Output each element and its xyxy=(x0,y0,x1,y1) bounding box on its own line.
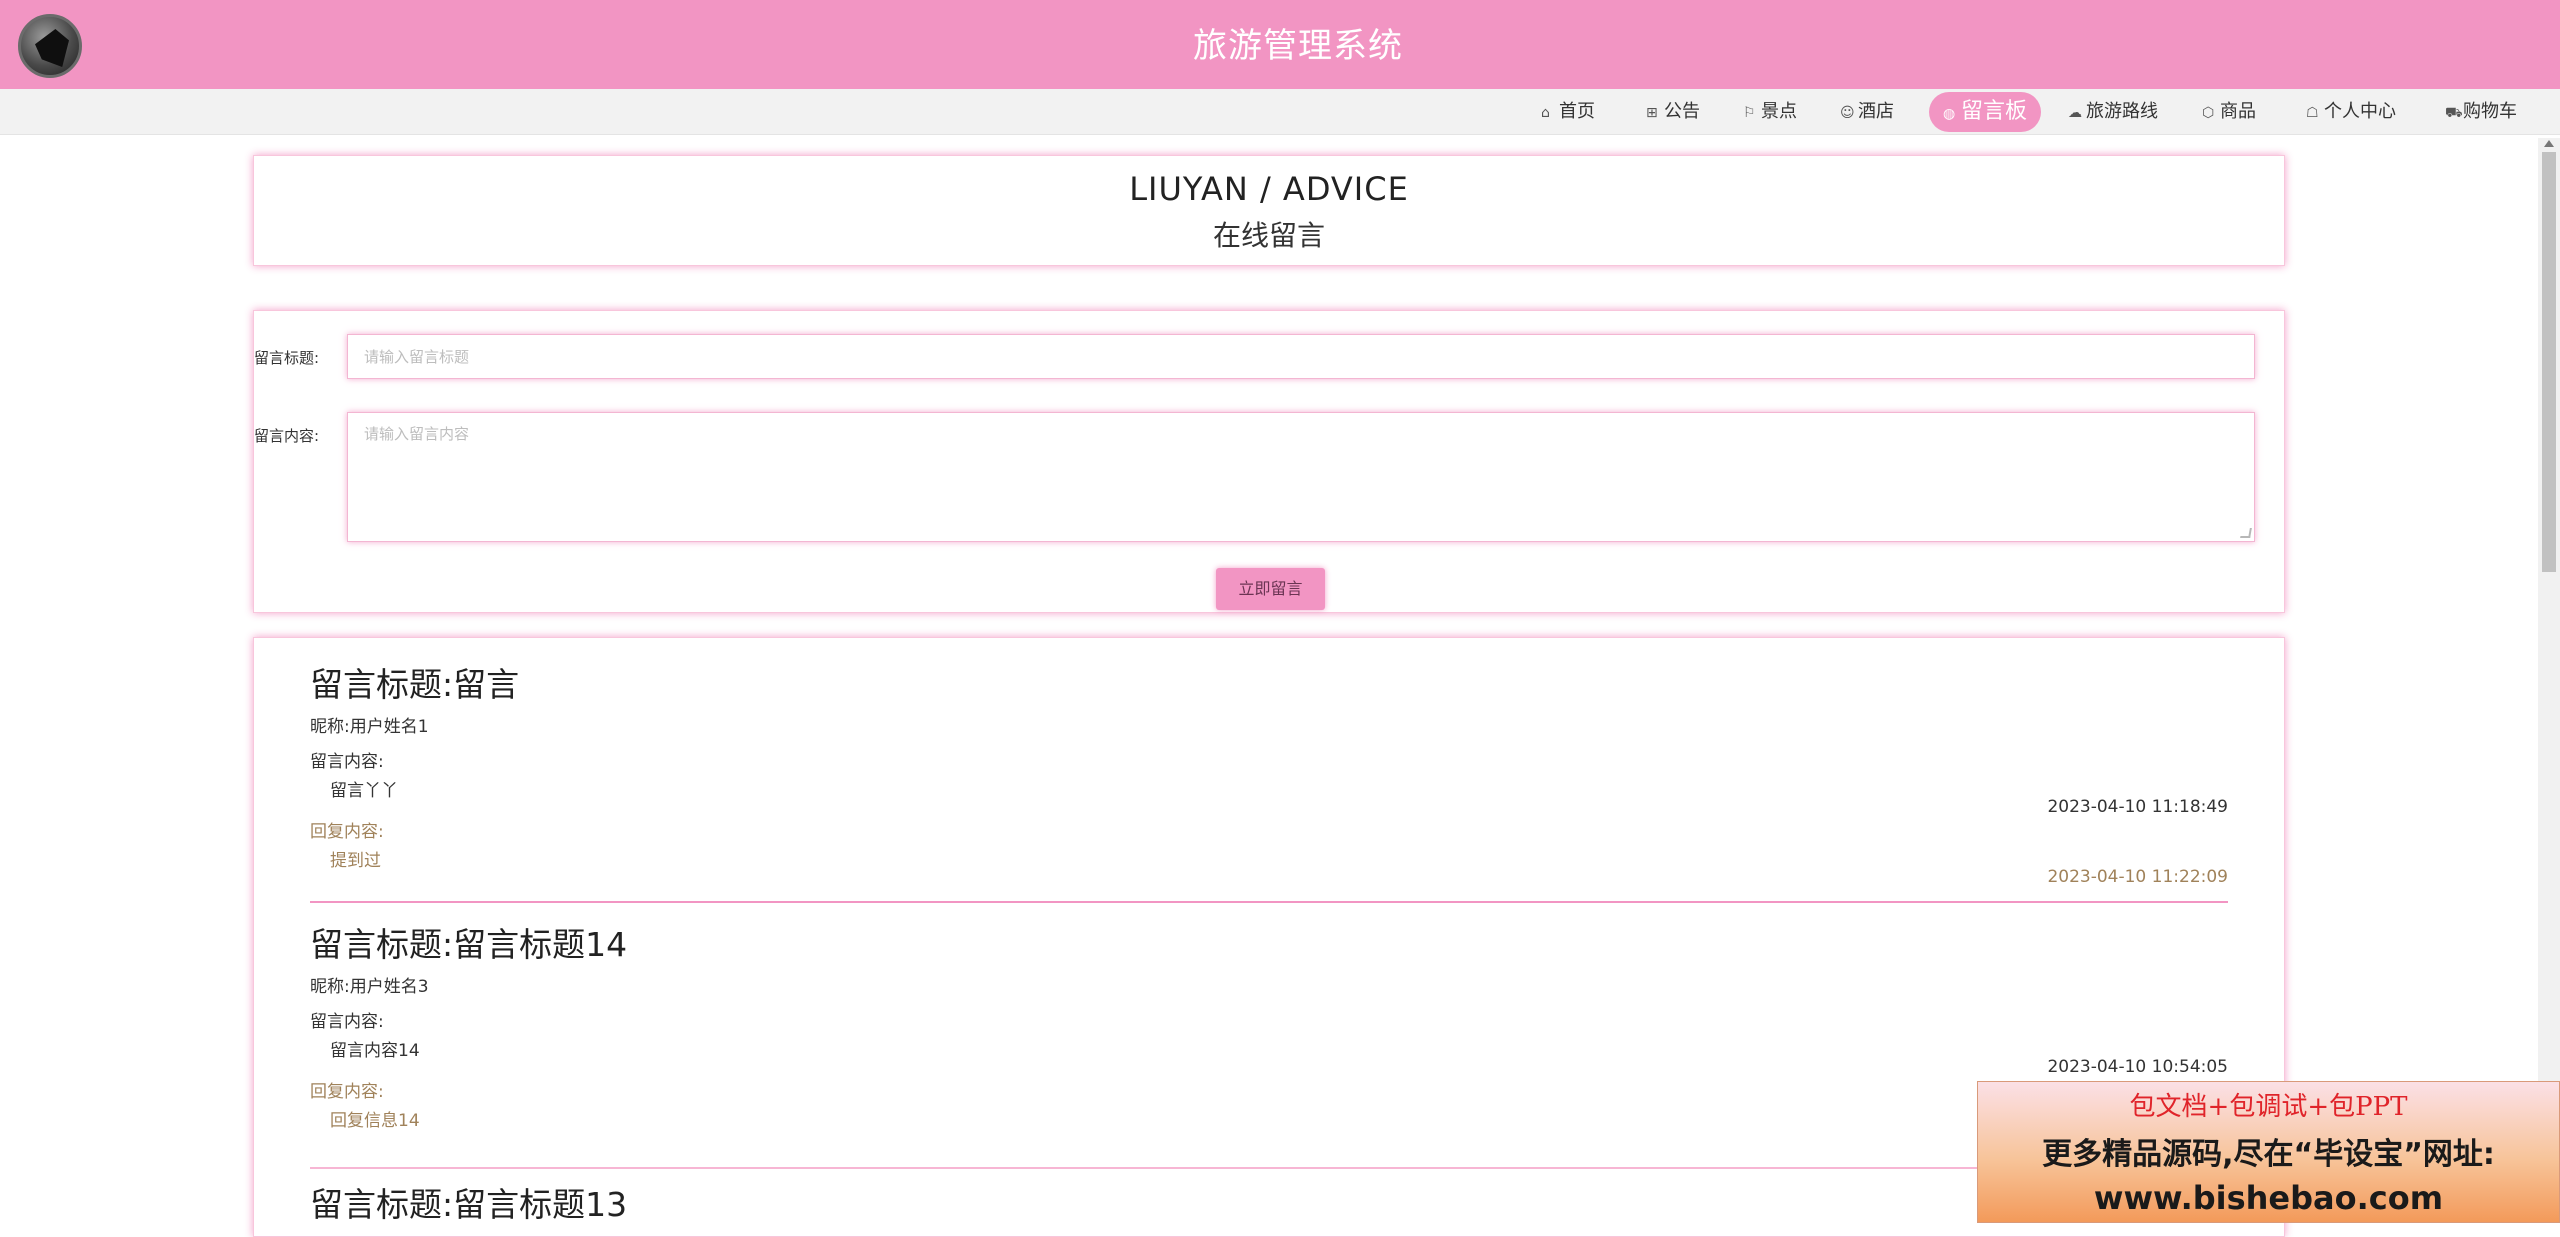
submit-message-button[interactable]: 立即留言 xyxy=(1216,568,1325,610)
content-label: 留言内容: xyxy=(254,427,320,445)
message-title: 留言标题:留言标题13 xyxy=(310,1185,628,1224)
top-header-bar: 旅游管理系统 xyxy=(0,0,2560,89)
reply-label: 回复内容: xyxy=(310,1082,384,1102)
nav-item-goods[interactable]: ⬡ 商品 xyxy=(2202,95,2256,129)
resize-handle-icon[interactable] xyxy=(2240,528,2252,538)
nav-item-home[interactable]: ⌂ 首页 xyxy=(1541,95,1595,129)
content-textarea[interactable]: 请输入留言内容 xyxy=(347,412,2255,542)
message-time: 2023-04-10 10:54:05 xyxy=(2047,1057,2228,1077)
user-icon: ☖ xyxy=(2306,105,2319,121)
message-content-label: 留言内容: xyxy=(310,752,384,772)
message-divider xyxy=(310,901,2228,903)
message-content-label: 留言内容: xyxy=(310,1012,384,1032)
message-title: 留言标题:留言 xyxy=(310,665,520,704)
nav-item-cart[interactable]: ⛟购物车 xyxy=(2445,95,2517,129)
hotel-icon: ☺ xyxy=(1840,105,1855,121)
main-nav: ⌂ 首页 ⊞ 公告 ⚐ 景点 ☺ 酒店 ◍ 留言板 ☁ 旅游路线 ⬡ 商品 ☖ 个人中心 ⛟购物… xyxy=(0,89,2560,135)
ad-banner[interactable]: 包文档+包调试+包PPT 更多精品源码,尽在“毕设宝”网址: www.bishe… xyxy=(1977,1081,2560,1223)
scroll-up-arrow-icon[interactable] xyxy=(2544,140,2554,147)
nav-item-travel-route[interactable]: ☁ 旅游路线 xyxy=(2068,95,2158,129)
reply-content: 回复信息14 xyxy=(330,1111,420,1131)
page-heading-cn: 在线留言 xyxy=(1212,219,1325,252)
home-icon: ⌂ xyxy=(1541,105,1550,121)
reply-time: 2023-04-10 11:22:09 xyxy=(2047,867,2228,887)
ad-url: www.bishebao.com xyxy=(2093,1179,2444,1217)
cloud-icon: ☁ xyxy=(2068,105,2082,121)
ad-line-1: 包文档+包调试+包PPT xyxy=(2129,1092,2408,1122)
flag-icon: ⚐ xyxy=(1743,105,1756,121)
message-item: 留言标题:留言 昵称:用户姓名1 留言内容: 留言丫丫 2023-04-10 1… xyxy=(310,658,2228,903)
message-form-card: 留言标题: 请输入留言标题 留言内容: 请输入留言内容 立即留言 xyxy=(253,310,2285,613)
nav-item-personal-center[interactable]: ☖ 个人中心 xyxy=(2306,95,2396,129)
message-nickname: 昵称:用户姓名3 xyxy=(310,977,429,997)
title-label: 留言标题: xyxy=(254,349,320,367)
title-input[interactable]: 请输入留言标题 xyxy=(347,334,2255,379)
message-item: 留言标题:留言标题13 xyxy=(310,1178,2228,1226)
site-title: 旅游管理系统 xyxy=(1193,26,1403,66)
content-placeholder: 请输入留言内容 xyxy=(364,425,470,443)
message-nickname: 昵称:用户姓名1 xyxy=(310,717,429,737)
page-scrollbar[interactable] xyxy=(2538,138,2560,1210)
chat-icon: ◍ xyxy=(1943,106,1956,122)
page-heading-en: LIUYAN / ADVICE xyxy=(1129,170,1409,208)
box-icon: ⬡ xyxy=(2202,105,2215,121)
reply-label: 回复内容: xyxy=(310,822,384,842)
cart-icon: ⛟ xyxy=(2445,105,2463,121)
gift-icon: ⊞ xyxy=(1646,105,1658,121)
nav-item-message-board[interactable]: ◍ 留言板 xyxy=(1929,92,2042,132)
nav-item-hotel[interactable]: ☺ 酒店 xyxy=(1840,95,1894,129)
nav-item-scenic[interactable]: ⚐ 景点 xyxy=(1743,95,1797,129)
message-title: 留言标题:留言标题14 xyxy=(310,925,628,964)
scroll-thumb[interactable] xyxy=(2542,152,2556,572)
message-time: 2023-04-10 11:18:49 xyxy=(2047,797,2228,817)
message-divider xyxy=(310,1167,2228,1169)
page-heading-card: LIUYAN / ADVICE 在线留言 xyxy=(253,155,2285,266)
message-item: 留言标题:留言标题14 昵称:用户姓名3 留言内容: 留言内容14 2023-0… xyxy=(310,918,2228,1169)
nav-item-notice[interactable]: ⊞ 公告 xyxy=(1646,95,1700,129)
ad-line-2: 更多精品源码,尽在“毕设宝”网址: xyxy=(2042,1137,2495,1172)
